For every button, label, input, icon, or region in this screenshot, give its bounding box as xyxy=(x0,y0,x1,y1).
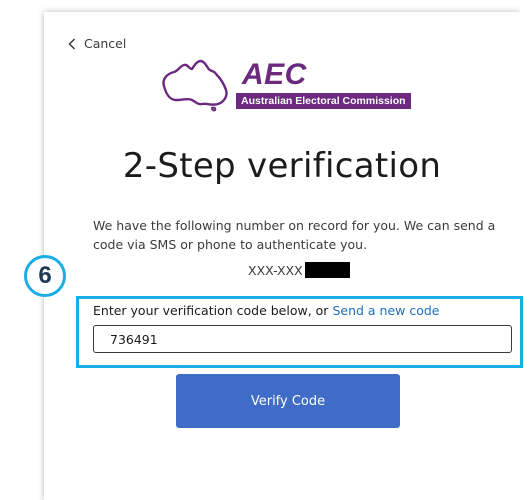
phone-number: XXX-XXX xyxy=(248,262,350,278)
cancel-label: Cancel xyxy=(84,36,127,51)
page-title: 2-Step verification xyxy=(122,146,442,186)
left-background xyxy=(0,0,44,500)
australia-map-icon xyxy=(162,59,228,112)
code-label-text: Enter your verification code below, or xyxy=(93,303,329,318)
info-text: We have the following number on record f… xyxy=(93,218,496,252)
phone-redaction-block xyxy=(304,262,350,278)
cancel-link[interactable]: Cancel xyxy=(68,36,126,51)
step-number: 6 xyxy=(24,255,66,297)
logo-subtitle: Australian Electoral Commission xyxy=(236,93,411,109)
step-badge: 6 xyxy=(24,255,84,297)
verify-code-button[interactable]: Verify Code xyxy=(176,374,400,428)
send-new-code-link[interactable]: Send a new code xyxy=(332,303,439,318)
phone-masked-prefix: XXX-XXX xyxy=(248,262,303,278)
aec-logo: AEC Australian Electoral Commission xyxy=(156,56,456,112)
code-field-label: Enter your verification code below, or S… xyxy=(93,303,439,318)
right-background xyxy=(520,0,531,500)
chevron-left-icon xyxy=(68,37,76,50)
logo-title: AEC xyxy=(242,58,307,91)
page: Cancel AEC Australian Electoral Commissi… xyxy=(0,0,531,500)
verification-code-input[interactable] xyxy=(93,325,512,353)
